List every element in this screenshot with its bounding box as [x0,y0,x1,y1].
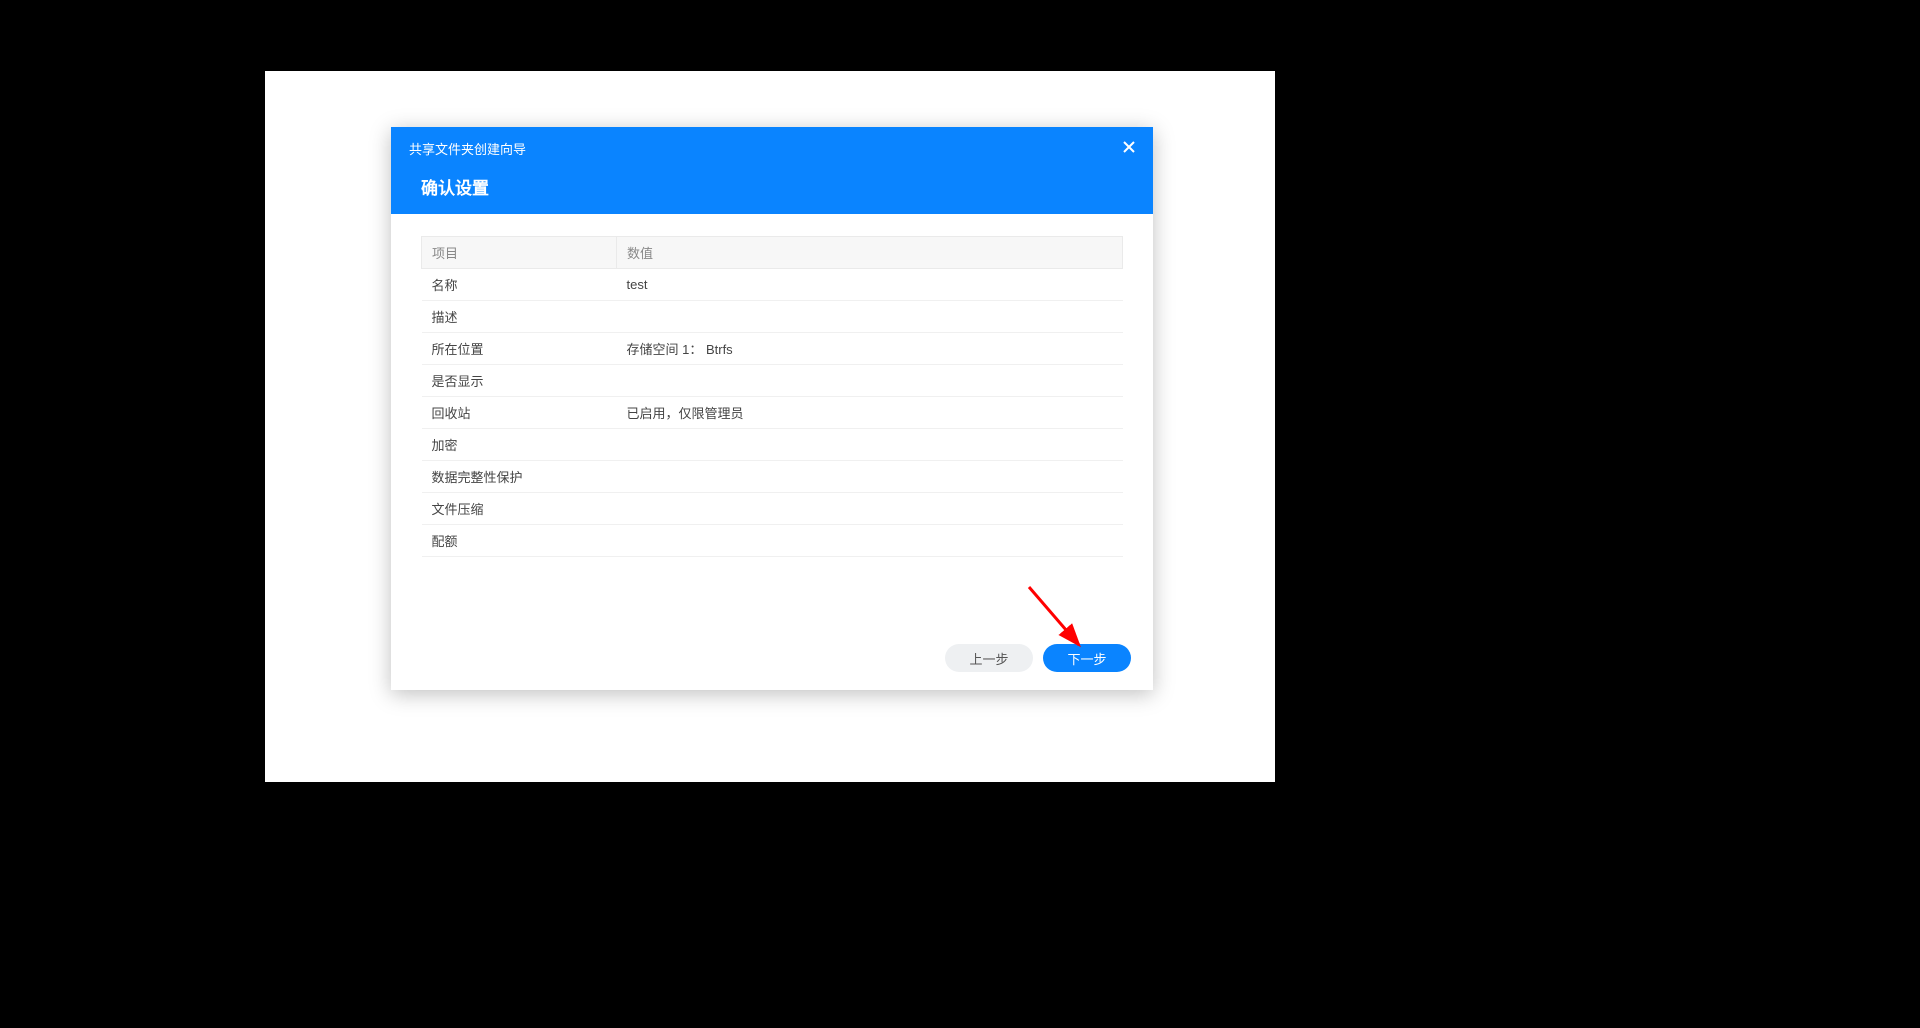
row-label: 数据完整性保护 [422,461,617,493]
table-row: 是否显示 [422,365,1123,397]
wizard-title: 共享文件夹创建向导 [391,127,1153,158]
row-value: 已启用，仅限管理员 [617,397,1123,429]
next-button[interactable]: 下一步 [1043,644,1131,672]
table-row: 数据完整性保护 [422,461,1123,493]
table-row: 所在位置 存储空间 1： Btrfs [422,333,1123,365]
row-label: 是否显示 [422,365,617,397]
previous-button[interactable]: 上一步 [945,644,1033,672]
table-row: 回收站 已启用，仅限管理员 [422,397,1123,429]
dialog-body: 项目 数值 名称 test 描述 所在位置 存储空间 1： Btrfs [391,214,1153,557]
row-value: 存储空间 1： Btrfs [617,333,1123,365]
row-value [617,461,1123,493]
table-row: 名称 test [422,269,1123,301]
row-value: test [617,269,1123,301]
row-value [617,429,1123,461]
row-value [617,365,1123,397]
table-row: 配额 [422,525,1123,557]
row-label: 描述 [422,301,617,333]
dialog-footer: 上一步 下一步 [923,626,1153,690]
row-label: 所在位置 [422,333,617,365]
table-row: 文件压缩 [422,493,1123,525]
row-label: 配额 [422,525,617,557]
header-value: 数值 [617,237,1123,269]
row-label: 加密 [422,429,617,461]
row-value [617,301,1123,333]
close-button[interactable] [1119,137,1139,157]
row-label: 文件压缩 [422,493,617,525]
row-label: 回收站 [422,397,617,429]
summary-table: 项目 数值 名称 test 描述 所在位置 存储空间 1： Btrfs [421,236,1123,557]
wizard-dialog: 共享文件夹创建向导 确认设置 项目 数值 名称 test 描述 [391,127,1153,690]
table-row: 加密 [422,429,1123,461]
table-row: 描述 [422,301,1123,333]
header-item: 项目 [422,237,617,269]
dialog-header: 共享文件夹创建向导 确认设置 [391,127,1153,214]
row-value [617,525,1123,557]
close-icon [1123,141,1135,153]
row-value [617,493,1123,525]
dialog-subtitle: 确认设置 [391,158,1153,199]
row-label: 名称 [422,269,617,301]
